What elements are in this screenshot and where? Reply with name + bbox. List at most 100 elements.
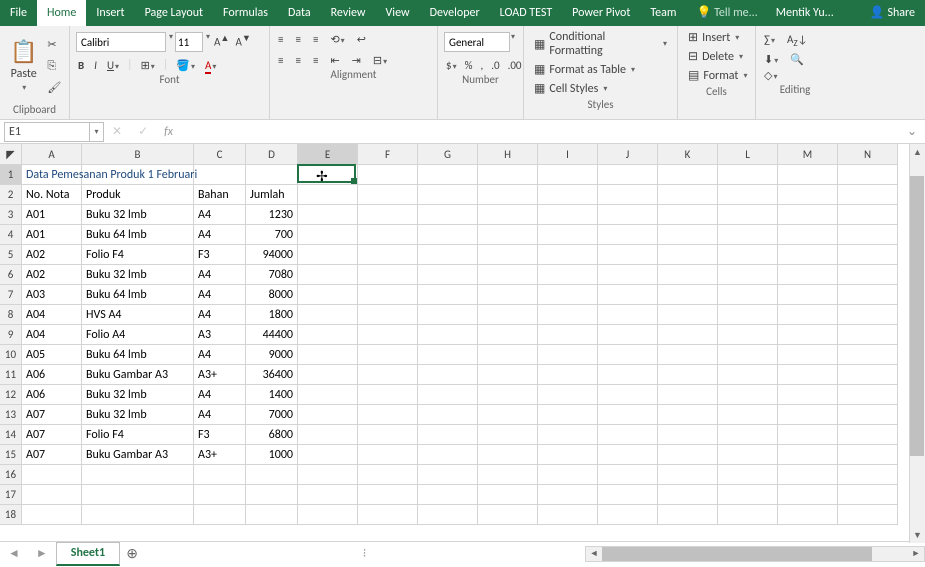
scroll-left-button[interactable]: ◄ xyxy=(586,548,602,559)
cell[interactable] xyxy=(82,465,194,485)
cell[interactable] xyxy=(418,485,478,505)
user-name[interactable]: Mentik Yu... xyxy=(768,6,842,20)
cell[interactable]: A4 xyxy=(194,285,246,305)
cell-styles-button[interactable]: ▦Cell Styles▾ xyxy=(530,79,671,98)
cell[interactable] xyxy=(538,465,598,485)
cell[interactable] xyxy=(478,365,538,385)
cell[interactable] xyxy=(658,345,718,365)
cell[interactable] xyxy=(658,485,718,505)
cell[interactable] xyxy=(538,325,598,345)
cell[interactable] xyxy=(478,465,538,485)
fill-button[interactable]: ⬇▾ xyxy=(762,52,780,67)
row-header[interactable]: 5 xyxy=(0,245,22,265)
select-all-button[interactable]: ◤ xyxy=(0,144,22,165)
row-header[interactable]: 17 xyxy=(0,485,22,505)
cell[interactable] xyxy=(718,185,778,205)
cell[interactable] xyxy=(598,285,658,305)
cell[interactable] xyxy=(718,285,778,305)
cell[interactable] xyxy=(598,365,658,385)
tell-me[interactable]: 💡 Tell me... xyxy=(686,0,767,26)
cell[interactable] xyxy=(418,345,478,365)
cell[interactable]: A4 xyxy=(194,385,246,405)
cell[interactable] xyxy=(538,285,598,305)
cell[interactable] xyxy=(358,245,418,265)
scroll-up-button[interactable]: ▲ xyxy=(910,144,925,160)
cell[interactable]: Buku 32 lmb xyxy=(82,405,194,425)
increase-font-button[interactable]: A▲ xyxy=(212,32,231,52)
cell[interactable]: Buku Gambar A3 xyxy=(82,445,194,465)
cell[interactable] xyxy=(478,505,538,525)
cell[interactable]: 9000 xyxy=(246,345,298,365)
cell[interactable] xyxy=(22,485,82,505)
percent-button[interactable]: % xyxy=(463,58,475,73)
row-header[interactable]: 7 xyxy=(0,285,22,305)
cell[interactable] xyxy=(418,325,478,345)
horizontal-scrollbar[interactable]: ◄ ► xyxy=(585,546,925,562)
cell[interactable] xyxy=(778,305,838,325)
cell[interactable] xyxy=(478,325,538,345)
cell[interactable] xyxy=(478,245,538,265)
cell[interactable] xyxy=(298,465,358,485)
cell[interactable] xyxy=(538,505,598,525)
cell[interactable] xyxy=(298,425,358,445)
cell[interactable] xyxy=(598,225,658,245)
row-header[interactable]: 3 xyxy=(0,205,22,225)
cell[interactable] xyxy=(358,345,418,365)
name-box[interactable]: E1 xyxy=(4,122,90,142)
cell[interactable]: HVS A4 xyxy=(82,305,194,325)
currency-button[interactable]: $▾ xyxy=(444,58,459,73)
cell[interactable] xyxy=(778,285,838,305)
conditional-formatting-button[interactable]: ▦Conditional Formatting▾ xyxy=(530,28,671,60)
cell[interactable]: Produk xyxy=(82,185,194,205)
row-header[interactable]: 1 xyxy=(0,165,22,185)
cell[interactable] xyxy=(358,325,418,345)
increase-indent-button[interactable]: ⇥ xyxy=(350,53,363,68)
cell[interactable] xyxy=(418,165,478,185)
row-header[interactable]: 4 xyxy=(0,225,22,245)
cell[interactable] xyxy=(358,305,418,325)
cell[interactable] xyxy=(658,425,718,445)
font-name-input[interactable] xyxy=(76,32,166,52)
cell[interactable] xyxy=(778,445,838,465)
cell[interactable] xyxy=(478,345,538,365)
cell[interactable] xyxy=(538,365,598,385)
cell[interactable] xyxy=(718,345,778,365)
cell[interactable] xyxy=(246,485,298,505)
cell[interactable] xyxy=(418,245,478,265)
cell[interactable] xyxy=(838,465,898,485)
cell[interactable] xyxy=(22,505,82,525)
cancel-formula-button[interactable]: ✕ xyxy=(104,124,130,139)
cell[interactable] xyxy=(658,305,718,325)
font-size-input[interactable] xyxy=(175,32,203,52)
cell[interactable] xyxy=(246,165,298,185)
cell[interactable] xyxy=(298,325,358,345)
cell[interactable] xyxy=(718,165,778,185)
cell[interactable] xyxy=(298,305,358,325)
cell[interactable] xyxy=(718,445,778,465)
cell[interactable] xyxy=(478,385,538,405)
cell[interactable] xyxy=(538,305,598,325)
cell[interactable]: A04 xyxy=(22,325,82,345)
row-header[interactable]: 2 xyxy=(0,185,22,205)
cell[interactable] xyxy=(718,385,778,405)
cell[interactable] xyxy=(418,225,478,245)
cell[interactable] xyxy=(838,205,898,225)
cell[interactable] xyxy=(718,205,778,225)
cell[interactable] xyxy=(478,205,538,225)
cell[interactable] xyxy=(598,465,658,485)
tab-developer[interactable]: Developer xyxy=(420,0,490,26)
cell[interactable]: 44400 xyxy=(246,325,298,345)
chevron-down-icon[interactable]: ▾ xyxy=(206,32,210,52)
column-header[interactable]: I xyxy=(538,144,598,165)
cell[interactable]: 94000 xyxy=(246,245,298,265)
autosum-button[interactable]: ∑▾ xyxy=(762,32,777,50)
cell[interactable]: Folio F4 xyxy=(82,245,194,265)
cell[interactable] xyxy=(718,245,778,265)
cell[interactable]: 1400 xyxy=(246,385,298,405)
cell[interactable] xyxy=(478,445,538,465)
tab-page-layout[interactable]: Page Layout xyxy=(135,0,213,26)
cell[interactable] xyxy=(718,225,778,245)
delete-cells-button[interactable]: ⊟Delete▾ xyxy=(684,47,749,66)
cell[interactable] xyxy=(478,225,538,245)
cell[interactable] xyxy=(22,465,82,485)
